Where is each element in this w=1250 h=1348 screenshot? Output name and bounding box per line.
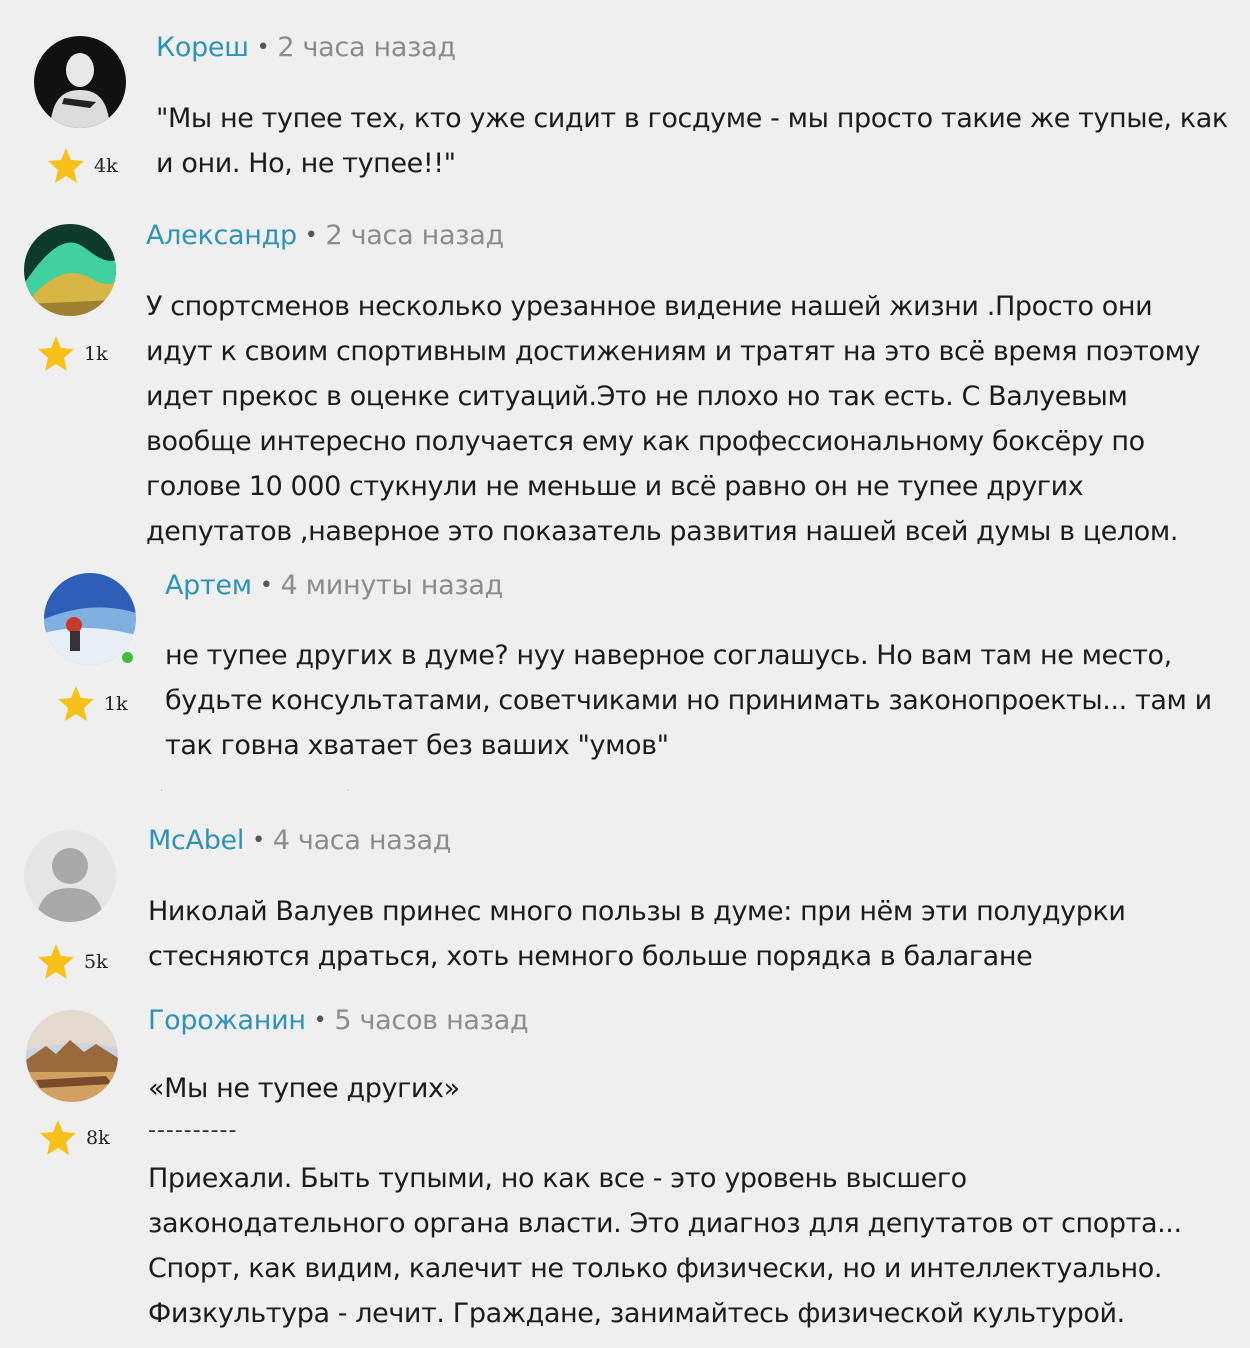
comment-text: Николай Валуев принес много пользы в дум… — [148, 889, 1126, 979]
text-line: "Мы не тупее тех, кто уже сидит в госдум… — [156, 103, 1228, 134]
comment-header: Горожанин • 5 часов назад — [148, 1005, 529, 1036]
rating-value: 1k — [104, 693, 128, 715]
avatar[interactable] — [34, 36, 126, 128]
comment-time: 4 часа назад — [272, 825, 452, 856]
comment-header: Артем • 4 минуты назад — [165, 570, 503, 601]
text-line: идут к своим спортивным достижениям и тр… — [146, 336, 1201, 367]
rating-value: 1k — [84, 343, 108, 365]
star-icon — [40, 1120, 76, 1155]
comment-text: не тупее других в думе? нуу наверное сог… — [165, 633, 1212, 768]
text-line: Николай Валуев принес много пользы в дум… — [148, 896, 1126, 927]
comment-time: 5 часов назад — [334, 1005, 529, 1036]
rating-badge: 5k — [36, 942, 108, 982]
comment-time: 2 часа назад — [277, 32, 456, 63]
separator-dot: • — [304, 223, 318, 248]
author-name[interactable]: McAbel — [148, 825, 244, 856]
text-line: так говна хватает без ваших "умов" — [165, 730, 669, 761]
comment-header: Александр • 2 часа назад — [146, 220, 504, 251]
avatar[interactable] — [24, 224, 116, 316]
text-line: не тупее других в думе? нуу наверное сог… — [165, 640, 1172, 671]
star-icon — [38, 336, 74, 371]
rating-value: 8k — [86, 1127, 110, 1149]
star-icon — [38, 944, 74, 979]
comment-text: У спортсменов несколько урезанное видени… — [146, 284, 1201, 554]
text-line: будьте консультатами, советчиками но при… — [165, 685, 1212, 716]
rating-badge: 8k — [38, 1118, 110, 1158]
separator-dot: • — [256, 35, 270, 60]
avatar[interactable] — [26, 1010, 118, 1102]
star-icon — [48, 148, 84, 183]
comment-text: "Мы не тупее тех, кто уже сидит в госдум… — [156, 96, 1228, 186]
text-line: голове 10 000 стукнули не меньше и всё р… — [146, 471, 1084, 502]
separator-dot: • — [313, 1008, 327, 1033]
comment-time: 2 часа назад — [325, 220, 504, 251]
text-line: депутатов ,наверное это показатель разви… — [146, 516, 1179, 547]
text-line: Физкультура - лечит. Граждане, занимайте… — [148, 1298, 1125, 1329]
author-name[interactable]: Горожанин — [148, 1005, 306, 1036]
rating-badge: 1k — [36, 334, 108, 374]
text-line: Приехали. Быть тупыми, но как все - это … — [148, 1163, 967, 1194]
comment-text: Приехали. Быть тупыми, но как все - это … — [148, 1156, 1182, 1336]
online-indicator — [120, 650, 135, 665]
cropped-action-row: · · · · — [160, 786, 440, 796]
text-line: идет прекос в оценке ситуаций.Это не пло… — [146, 381, 1128, 412]
rating-badge: 4k — [46, 146, 118, 186]
rating-badge: 1k — [56, 684, 128, 724]
comment-header: Кореш • 2 часа назад — [156, 32, 456, 63]
text-line: и они. Но, не тупее!!" — [156, 148, 456, 179]
author-name[interactable]: Александр — [146, 220, 297, 251]
comment-quote: «Мы не тупее других» — [148, 1073, 460, 1104]
comment-header: McAbel • 4 часа назад — [148, 825, 451, 856]
text-line: законодательного органа власти. Это диаг… — [148, 1208, 1182, 1239]
rating-value: 4k — [94, 155, 118, 177]
author-name[interactable]: Артем — [165, 570, 252, 601]
comment-time: 4 минуты назад — [280, 570, 504, 601]
author-name[interactable]: Кореш — [156, 32, 249, 63]
separator-dot: • — [259, 573, 273, 598]
text-separator: ---------- — [148, 1118, 238, 1143]
separator-dot: • — [252, 828, 265, 853]
text-line: Спорт, как видим, калечит не только физи… — [148, 1253, 1163, 1284]
text-line: У спортсменов несколько урезанное видени… — [146, 291, 1153, 322]
star-icon — [58, 686, 94, 721]
avatar[interactable] — [24, 830, 116, 922]
text-line: вообще интересно получается ему как проф… — [146, 426, 1145, 457]
rating-value: 5k — [84, 951, 108, 973]
text-line: стесняются драться, хоть немного больше … — [148, 941, 1033, 972]
